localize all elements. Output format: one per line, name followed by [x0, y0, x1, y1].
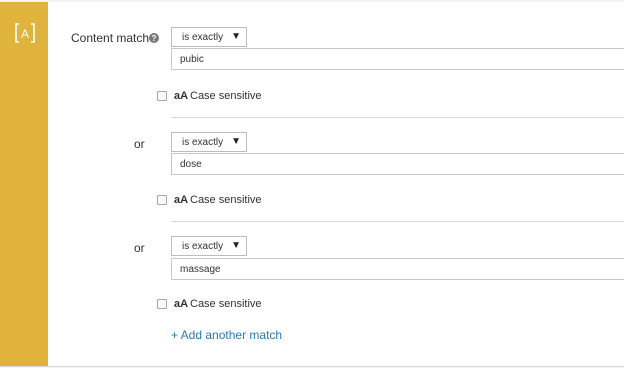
question-circle-icon[interactable]: ? — [149, 33, 159, 43]
match-value-text: pubic — [180, 54, 204, 65]
case-sensitive-label: Case sensitive — [190, 90, 262, 102]
operator-select[interactable]: is exactly ▼ — [171, 27, 247, 47]
match-value-input[interactable]: pubic — [171, 48, 624, 70]
operator-select[interactable]: is exactly ▼ — [171, 236, 247, 256]
bracket-a-icon: A — [15, 23, 35, 43]
operator-select-value: is exactly — [182, 241, 224, 252]
match-value-text: massage — [180, 264, 221, 275]
operator-select-value: is exactly — [182, 32, 224, 43]
rule-type-rail: A — [0, 2, 48, 366]
operator-select[interactable]: is exactly ▼ — [171, 132, 247, 152]
operator-select-value: is exactly — [182, 137, 224, 148]
case-icon: aA — [174, 194, 189, 206]
dropdown-arrow-icon: ▼ — [231, 240, 241, 251]
add-another-match-link[interactable]: + Add another match — [171, 328, 282, 342]
case-sensitive-label: Case sensitive — [190, 298, 262, 310]
dropdown-arrow-icon: ▼ — [231, 136, 241, 147]
match-value-input[interactable]: massage — [171, 258, 624, 280]
case-icon: aA — [174, 90, 189, 102]
case-sensitive-checkbox[interactable] — [157, 299, 167, 309]
dropdown-arrow-icon: ▼ — [231, 31, 241, 42]
case-icon: aA — [174, 298, 189, 310]
match-divider — [171, 221, 624, 222]
case-sensitive-checkbox[interactable] — [157, 91, 167, 101]
match-rule-panel: A Content match ? is exactly ▼ pubic aA … — [0, 2, 624, 367]
svg-text:A: A — [21, 27, 29, 41]
case-sensitive-checkbox[interactable] — [157, 195, 167, 205]
or-connector: or — [134, 241, 145, 255]
match-value-text: dose — [180, 159, 202, 170]
match-value-input[interactable]: dose — [171, 153, 624, 175]
or-connector: or — [134, 137, 145, 151]
content-match-label: Content match — [71, 31, 150, 45]
case-sensitive-label: Case sensitive — [190, 194, 262, 206]
match-divider — [171, 117, 624, 118]
svg-text:?: ? — [152, 34, 157, 43]
